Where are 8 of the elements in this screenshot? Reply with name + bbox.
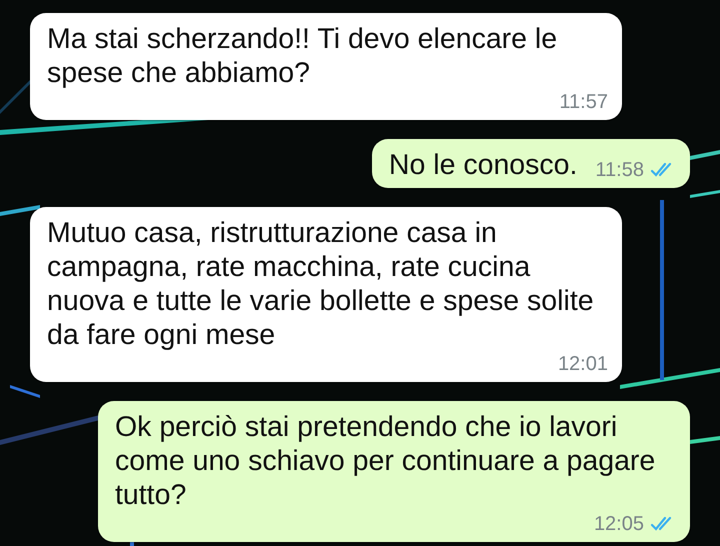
message-time: 11:58 <box>595 158 644 182</box>
message-time: 12:01 <box>558 352 608 376</box>
message-time: 12:05 <box>594 512 644 536</box>
message-text: Mutuo casa, ristrutturazione casa in campagna, rate macchina, rate cucina nuova e tutte le varie bollette e spese solite da fare ogni mese <box>47 216 595 352</box>
message-text: No le conosco. <box>388 148 578 182</box>
message-text: Ok perciò stai pretendendo che io lavori come uno schiavo per continuare a pagare tutto? <box>115 410 656 512</box>
message-time: 11:57 <box>559 90 608 114</box>
message-text: Ma stai scherzando!! Ti devo elencare le spese che abbiamo? <box>47 22 558 90</box>
